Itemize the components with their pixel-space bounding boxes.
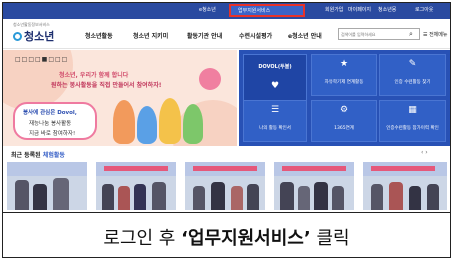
logo-text: 청소년 [24,30,55,43]
activity-thumbnail[interactable] [7,162,87,210]
logout-link[interactable]: 로그아웃 [415,6,433,13]
thumb-person [33,184,47,210]
banner-subheadline: 원하는 봉사활동을 직접 만들어서 참여하자! [51,82,162,89]
thumb-person [231,186,243,210]
thumb-person [193,186,205,210]
topbar-e-youth-link[interactable]: e청소년 [199,6,216,13]
tile-label: 인증수련활동 참가이력 확인 [386,126,439,131]
thumb-banner [282,166,346,171]
thumb-background [7,162,87,176]
pencil-icon: ✎ [408,59,417,69]
thumb-banner [193,166,257,171]
screenshot-frame: e청소년 업무지원서비스 회원가입 마이페이지 청소년몽 로그아웃 청소년활동정… [2,2,451,258]
bubble-line-2: 재능나눔 봉사활동 [29,121,72,127]
tile-history[interactable]: ▦ 인증수련활동 참가이력 확인 [379,100,446,142]
activity-thumbnail[interactable] [363,162,447,210]
thumb-person [409,186,421,210]
banner-illustration-person [137,106,157,144]
bubble-line-1: 봉사에 관심은 Dovol, [23,110,77,116]
tile-label: 인증 수련활동 찾기 [394,80,431,85]
thumb-person [332,186,344,210]
thumb-banner [371,166,435,171]
site-header: 청소년활동정보서비스 청소년 청소년활동 청소년 지키미 활동기관 안내 수련시… [3,19,450,49]
tile-1365[interactable]: ⚙ 1365연계 [311,100,377,142]
recent-activities-title: 최근 등록된 체험활동 [11,150,65,159]
thumb-person [427,184,439,210]
activity-thumbnail[interactable] [96,162,176,210]
tile-free-semester[interactable]: ★ 자유학기제 연계활동 [311,54,377,96]
nav-youth-guard[interactable]: 청소년 지키미 [133,31,168,40]
nav-facility-eval[interactable]: 수련시설평가 [239,31,272,40]
section-title-prefix: 최근 등록된 [11,152,41,159]
tile-label: 나의 활동 확인서 [259,126,291,131]
banner-illustration-person [183,104,203,144]
instruction-caption-box: 로그인 후 ‘업무지원서비스’ 클릭 [3,212,450,257]
tile-label: 1365연계 [334,126,354,131]
section-title-highlight: 체험활동 [42,152,65,159]
caption-highlight: ‘업무지원서비스’ [181,228,311,249]
mypage-link[interactable]: 마이페이지 [348,6,371,13]
caption-prefix: 로그인 후 [103,228,176,249]
tile-find-activity[interactable]: ✎ 인증 수련활동 찾기 [379,54,446,96]
banner-speech-bubble: 봉사에 관심은 Dovol, 재능나눔 봉사활동 지금 바로 참여하자! [13,102,97,140]
all-menu-button[interactable]: ☰ 전체메뉴 [423,31,447,38]
youth-mong-link[interactable]: 청소년몽 [378,6,396,13]
thumb-person [314,182,328,210]
thumb-person [134,184,146,210]
banner-pager[interactable]: □□□□■□□□ [15,56,68,63]
thumb-person [211,182,225,210]
search-input[interactable] [341,31,405,38]
thumb-person [247,184,259,210]
thumb-person [298,186,310,210]
signup-link[interactable]: 회원가입 [325,6,343,13]
banner-mascot [199,68,221,90]
thumb-person [389,182,403,210]
nav-institution-guide[interactable]: 활동기관 안내 [187,31,222,40]
caption-suffix: 클릭 [316,228,350,249]
search-icon[interactable]: ⌕ [409,30,413,39]
banner-headline: 청소년, 우리가 함께 합니다 [59,72,129,79]
banner-illustration-person [159,98,181,144]
thumb-person [152,182,166,210]
thumb-banner [104,166,168,171]
work-support-service-label: 업무지원서비스 [238,8,271,14]
search-box: ⌕ [338,28,420,40]
activity-thumbnail[interactable] [274,162,354,210]
main-banner[interactable]: □□□□■□□□ 청소년, 우리가 함께 합니다 원하는 봉사활동을 직접 만들… [3,50,237,146]
thumb-person [53,178,69,210]
activity-thumbnail[interactable] [185,162,265,210]
grid-icon: ▦ [408,105,417,115]
bubble-line-3: 지금 바로 참여하자! [29,131,76,137]
banner-illustration-person [113,100,135,144]
thumb-person [371,184,383,210]
thumb-person [118,186,130,210]
document-icon: ☰ [270,105,280,115]
top-utility-bar: e청소년 업무지원서비스 회원가입 마이페이지 청소년몽 로그아웃 [3,3,450,19]
nav-e-youth-guide[interactable]: e청소년 안내 [288,31,322,40]
work-support-service-button[interactable]: 업무지원서비스 [229,4,305,17]
logo-mark-icon [13,32,22,41]
site-logo[interactable]: 청소년 [13,28,54,44]
tile-label: 자유학기제 연계활동 [324,80,364,85]
thumb-person [15,180,29,210]
star-icon: ★ [339,59,349,69]
all-menu-label: 전체메뉴 [429,32,448,38]
nav-youth-activity[interactable]: 청소년활동 [85,31,113,40]
instruction-caption: 로그인 후 ‘업무지원서비스’ 클릭 [3,224,450,250]
dovol-icon: ♥ [270,81,280,91]
tile-my-certificate[interactable]: ☰ 나의 활동 확인서 [243,100,307,142]
dovol-label: DOVOL(두볼) [258,64,292,70]
section-nav-arrows[interactable]: ‹ › [421,149,428,156]
thumb-person [280,182,294,210]
gear-icon: ⚙ [339,105,349,115]
thumb-person [102,184,114,210]
